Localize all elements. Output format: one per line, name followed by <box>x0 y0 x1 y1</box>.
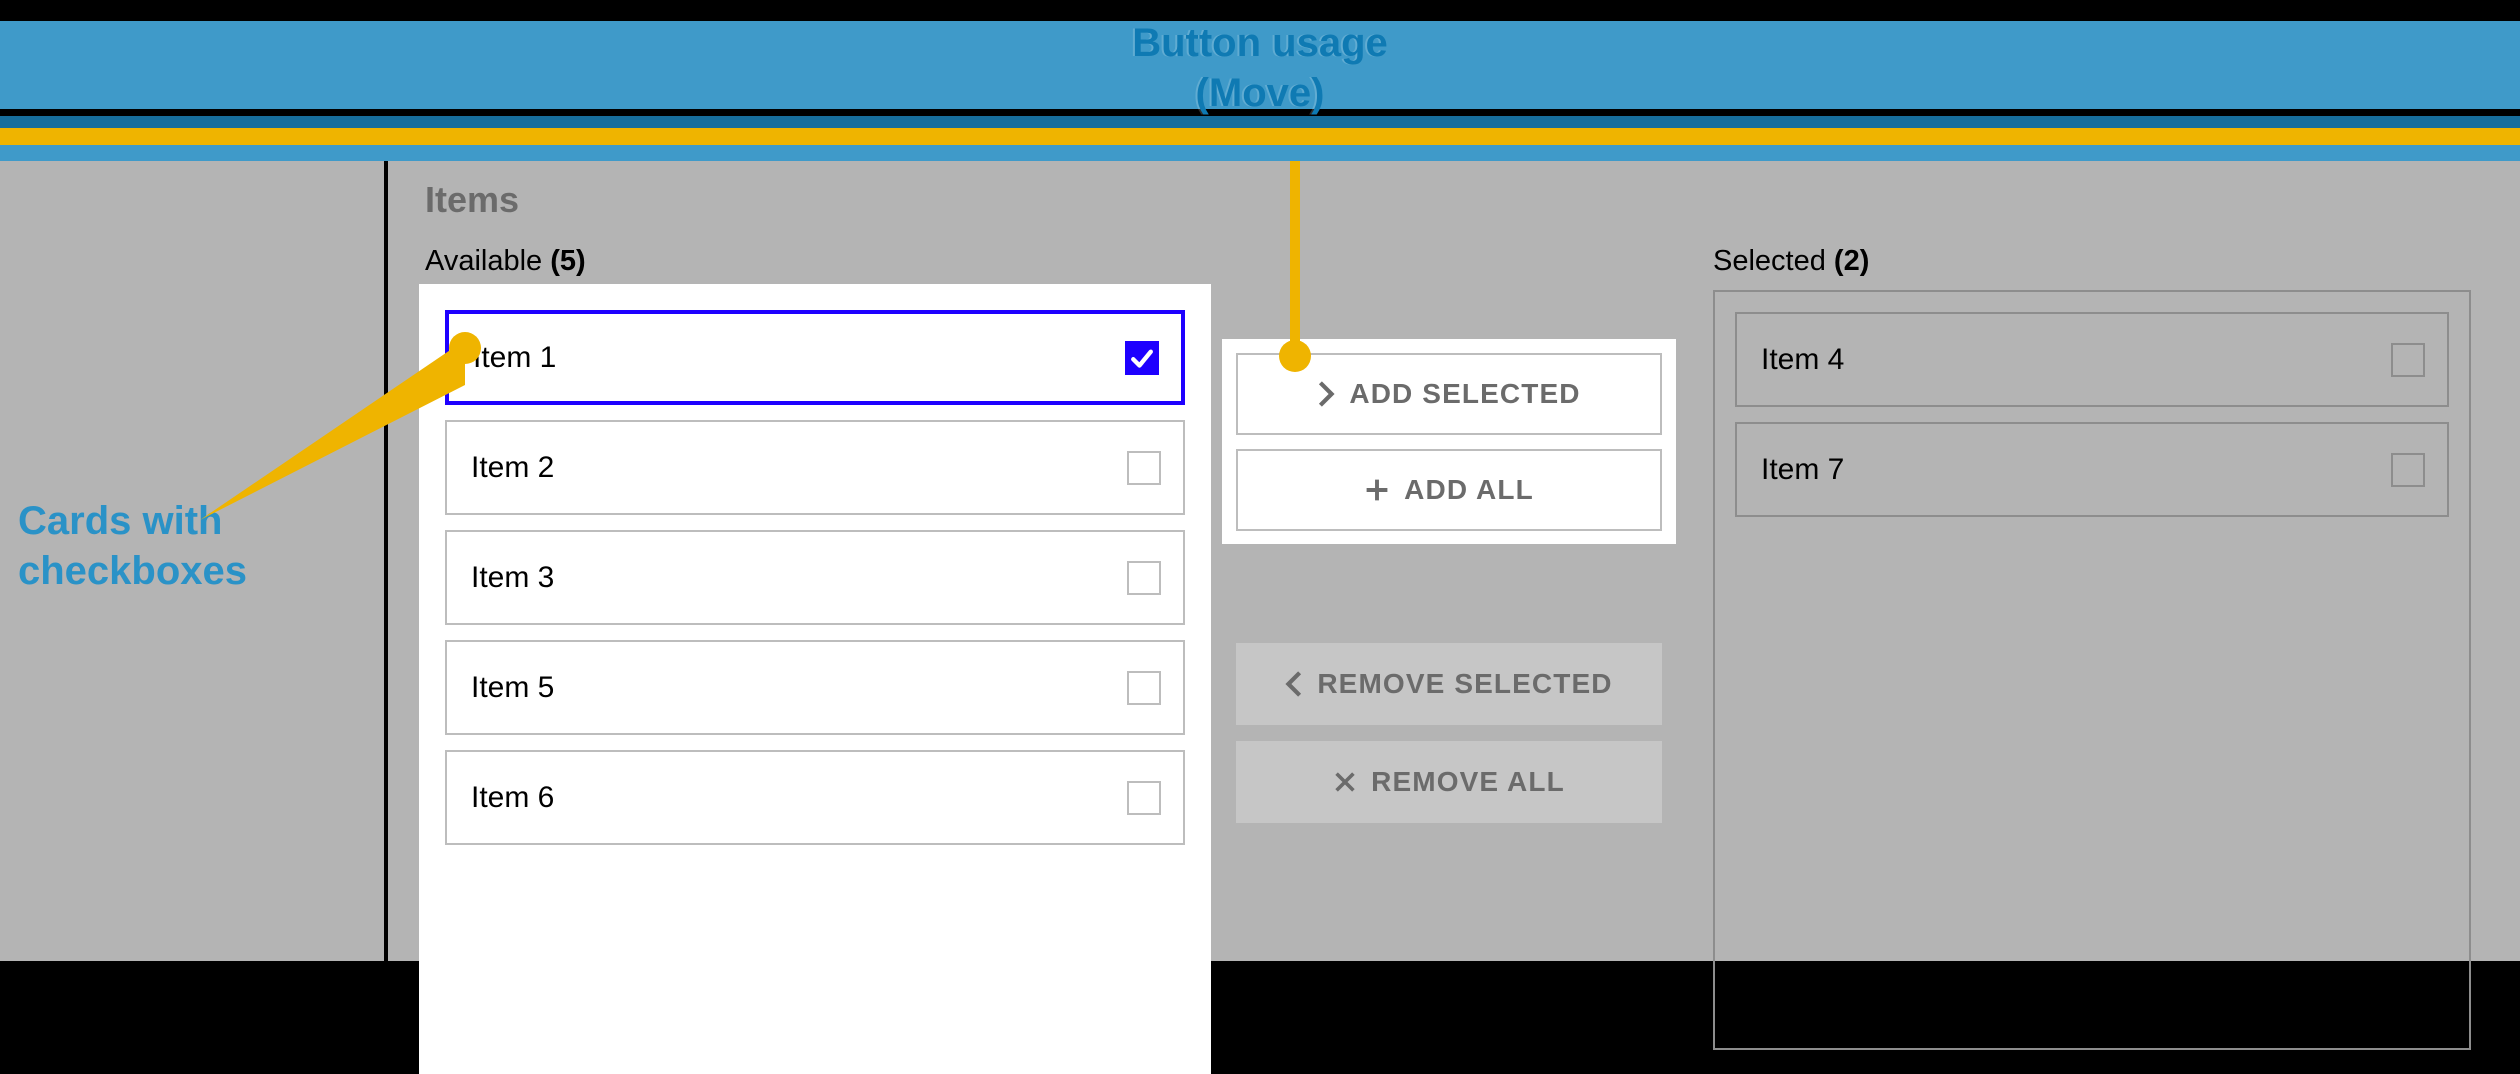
available-list: Item 1 Item 2 Item 3 Item 5 <box>419 284 1211 1074</box>
available-header: Available (5) <box>425 245 586 278</box>
checkbox[interactable] <box>2391 343 2425 377</box>
transfer-component: Items Available (5) Item 1 Item 2 Item 3 <box>0 161 2520 961</box>
list-item-label: Item 7 <box>1761 453 1844 487</box>
checkbox[interactable] <box>2391 453 2425 487</box>
list-item[interactable]: Item 1 <box>445 310 1185 405</box>
chevron-left-icon <box>1285 670 1303 698</box>
remove-selected-button[interactable]: REMOVE SELECTED <box>1236 643 1662 725</box>
list-item[interactable]: Item 3 <box>445 530 1185 625</box>
checkbox[interactable] <box>1127 451 1161 485</box>
banner-stripe <box>0 128 2520 145</box>
list-item[interactable]: Item 5 <box>445 640 1185 735</box>
button-label: REMOVE ALL <box>1371 766 1565 798</box>
list-item-label: Item 6 <box>471 781 554 815</box>
remove-all-button[interactable]: REMOVE ALL <box>1236 741 1662 823</box>
list-item[interactable]: Item 6 <box>445 750 1185 845</box>
plus-icon <box>1364 477 1390 503</box>
banner-stripe <box>0 116 2520 128</box>
checkbox[interactable] <box>1127 781 1161 815</box>
list-item[interactable]: Item 2 <box>445 420 1185 515</box>
vertical-rule <box>384 161 388 961</box>
checkbox[interactable] <box>1127 561 1161 595</box>
button-label: ADD SELECTED <box>1349 378 1580 410</box>
available-label: Available <box>425 245 542 277</box>
list-item[interactable]: Item 4 <box>1735 312 2449 407</box>
list-item-label: Item 2 <box>471 451 554 485</box>
close-icon <box>1333 770 1357 794</box>
button-label: ADD ALL <box>1404 474 1534 506</box>
section-title: Items <box>425 179 519 221</box>
checkbox[interactable] <box>1125 341 1159 375</box>
button-label: REMOVE SELECTED <box>1317 668 1612 700</box>
selected-list: Item 4 Item 7 <box>1713 290 2471 1050</box>
list-item-label: Item 3 <box>471 561 554 595</box>
available-count: (5) <box>550 245 585 277</box>
add-all-button[interactable]: ADD ALL <box>1236 449 1662 531</box>
list-item-label: Item 5 <box>471 671 554 705</box>
selected-count: (2) <box>1834 245 1869 277</box>
selected-header: Selected (2) <box>1713 245 1869 278</box>
list-item[interactable]: Item 7 <box>1735 422 2449 517</box>
add-buttons-panel: ADD SELECTED ADD ALL <box>1222 339 1676 544</box>
list-item-label: Item 4 <box>1761 343 1844 377</box>
checkbox[interactable] <box>1127 671 1161 705</box>
chevron-right-icon <box>1317 380 1335 408</box>
banner-stripe <box>0 21 2520 109</box>
banner-stripe <box>0 145 2520 161</box>
add-selected-button[interactable]: ADD SELECTED <box>1236 353 1662 435</box>
selected-label: Selected <box>1713 245 1826 277</box>
list-item-label: Item 1 <box>473 341 556 375</box>
